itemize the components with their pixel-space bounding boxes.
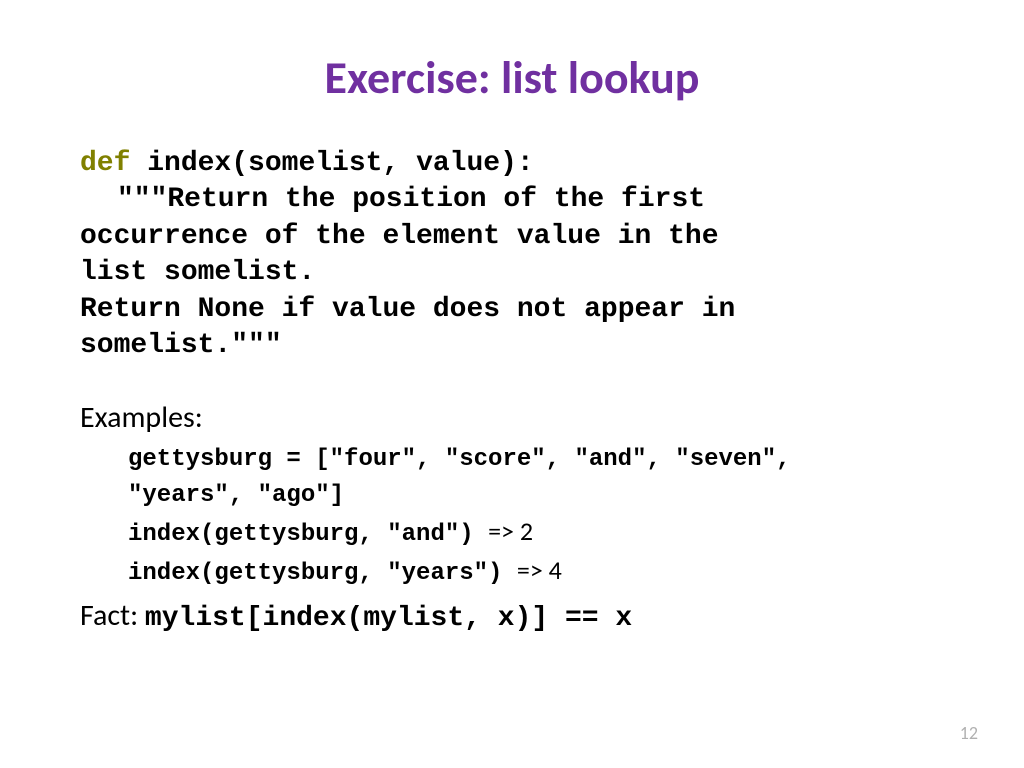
example-2-arrow: => xyxy=(488,515,514,547)
example-2-result: 2 xyxy=(514,515,533,547)
example-2-code: index(gettysburg, "and") xyxy=(128,521,488,548)
fact-line: Fact: mylist[index(mylist, x)] == x xyxy=(80,597,944,634)
examples-block: gettysburg = ["four", "score", "and", "s… xyxy=(80,444,944,589)
docstring-line-1: """Return the position of the first xyxy=(117,184,705,215)
fact-code: mylist[index(mylist, x)] == x xyxy=(145,603,632,634)
def-keyword: def xyxy=(80,148,130,179)
example-3-result: 4 xyxy=(543,554,562,586)
example-3-arrow: => xyxy=(517,554,543,586)
function-signature: index(somelist, value): xyxy=(130,148,533,179)
docstring-line-3: list somelist. xyxy=(80,257,315,288)
code-definition-block: def index(somelist, value): """Return th… xyxy=(80,146,944,364)
docstring-line-5: somelist.""" xyxy=(80,330,282,361)
example-3-code: index(gettysburg, "years") xyxy=(128,560,517,587)
example-1-line-b: "years", "ago"] xyxy=(128,480,944,511)
examples-label: Examples: xyxy=(80,399,944,436)
page-number: 12 xyxy=(960,722,978,744)
docstring-line-4: Return None if value does not appear in xyxy=(80,294,735,325)
slide-title: Exercise: list lookup xyxy=(80,50,944,106)
example-1-line-a: gettysburg = ["four", "score", "and", "s… xyxy=(128,444,944,475)
fact-label: Fact: xyxy=(80,597,145,634)
docstring-line-2: occurrence of the element value in the xyxy=(80,221,719,252)
example-3: index(gettysburg, "years") => 4 xyxy=(128,554,944,589)
example-2: index(gettysburg, "and") => 2 xyxy=(128,515,944,550)
